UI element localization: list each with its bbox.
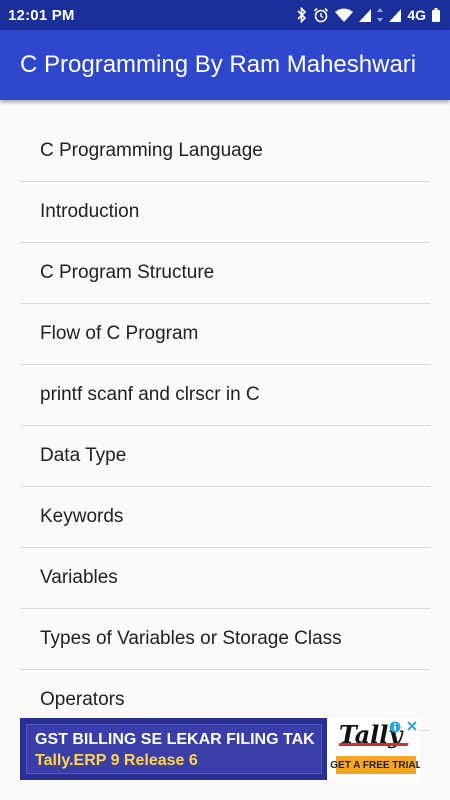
list-item-label: C Program Structure bbox=[40, 262, 215, 283]
list-item-label: Operators bbox=[40, 689, 125, 710]
list-item[interactable]: Types of Variables or Storage Class bbox=[20, 609, 430, 670]
ad-headline: GST BILLING SE LEKAR FILING TAK bbox=[35, 731, 315, 748]
ad-subline: Tally.ERP 9 Release 6 bbox=[35, 752, 198, 769]
list-item-label: printf scanf and clrscr in C bbox=[40, 384, 260, 405]
info-icon[interactable] bbox=[389, 721, 401, 733]
alarm-icon bbox=[314, 7, 329, 23]
list-item[interactable]: Flow of C Program bbox=[20, 304, 430, 365]
list-item[interactable]: Variables bbox=[20, 548, 430, 609]
status-bar: 12:01 PM 4G bbox=[0, 0, 450, 30]
ad-banner[interactable]: GST BILLING SE LEKAR FILING TAK Tally.ER… bbox=[20, 718, 420, 780]
list-item-label: C Programming Language bbox=[40, 140, 263, 161]
list-item-label: Introduction bbox=[40, 201, 140, 222]
list-item[interactable]: Data Type bbox=[20, 426, 430, 487]
list-item-label: Keywords bbox=[40, 506, 124, 527]
list-item-label: Types of Variables or Storage Class bbox=[40, 628, 342, 649]
list-item[interactable]: printf scanf and clrscr in C bbox=[20, 365, 430, 426]
list-item[interactable]: Introduction bbox=[20, 182, 430, 243]
status-time: 12:01 PM bbox=[8, 6, 75, 24]
battery-icon bbox=[432, 8, 440, 22]
app-bar: C Programming By Ram Maheshwari bbox=[0, 30, 450, 100]
signal-icon bbox=[389, 8, 402, 22]
status-icons: 4G bbox=[297, 0, 440, 30]
list-item-label: Flow of C Program bbox=[40, 323, 199, 344]
ad-brand-panel[interactable]: Tally GET A FREE TRIAL bbox=[327, 718, 420, 780]
data-arrows-icon bbox=[377, 8, 384, 22]
list-item-label: Variables bbox=[40, 567, 118, 588]
list-item[interactable]: C Program Structure bbox=[20, 243, 430, 304]
app-title: C Programming By Ram Maheshwari bbox=[20, 51, 417, 78]
list-item-label: Data Type bbox=[40, 445, 127, 466]
topic-list: C Programming Language Introduction C Pr… bbox=[20, 121, 430, 731]
close-icon[interactable] bbox=[405, 719, 419, 733]
bluetooth-icon bbox=[297, 7, 307, 23]
wifi-icon bbox=[335, 8, 354, 22]
signal-icon bbox=[359, 8, 372, 22]
list-item[interactable]: C Programming Language bbox=[20, 121, 430, 182]
ad-cta-button[interactable]: GET A FREE TRIAL bbox=[330, 756, 420, 774]
list-item[interactable]: Keywords bbox=[20, 487, 430, 548]
network-type-label: 4G bbox=[407, 7, 426, 23]
ad-text-panel[interactable]: GST BILLING SE LEKAR FILING TAK Tally.ER… bbox=[26, 724, 322, 774]
